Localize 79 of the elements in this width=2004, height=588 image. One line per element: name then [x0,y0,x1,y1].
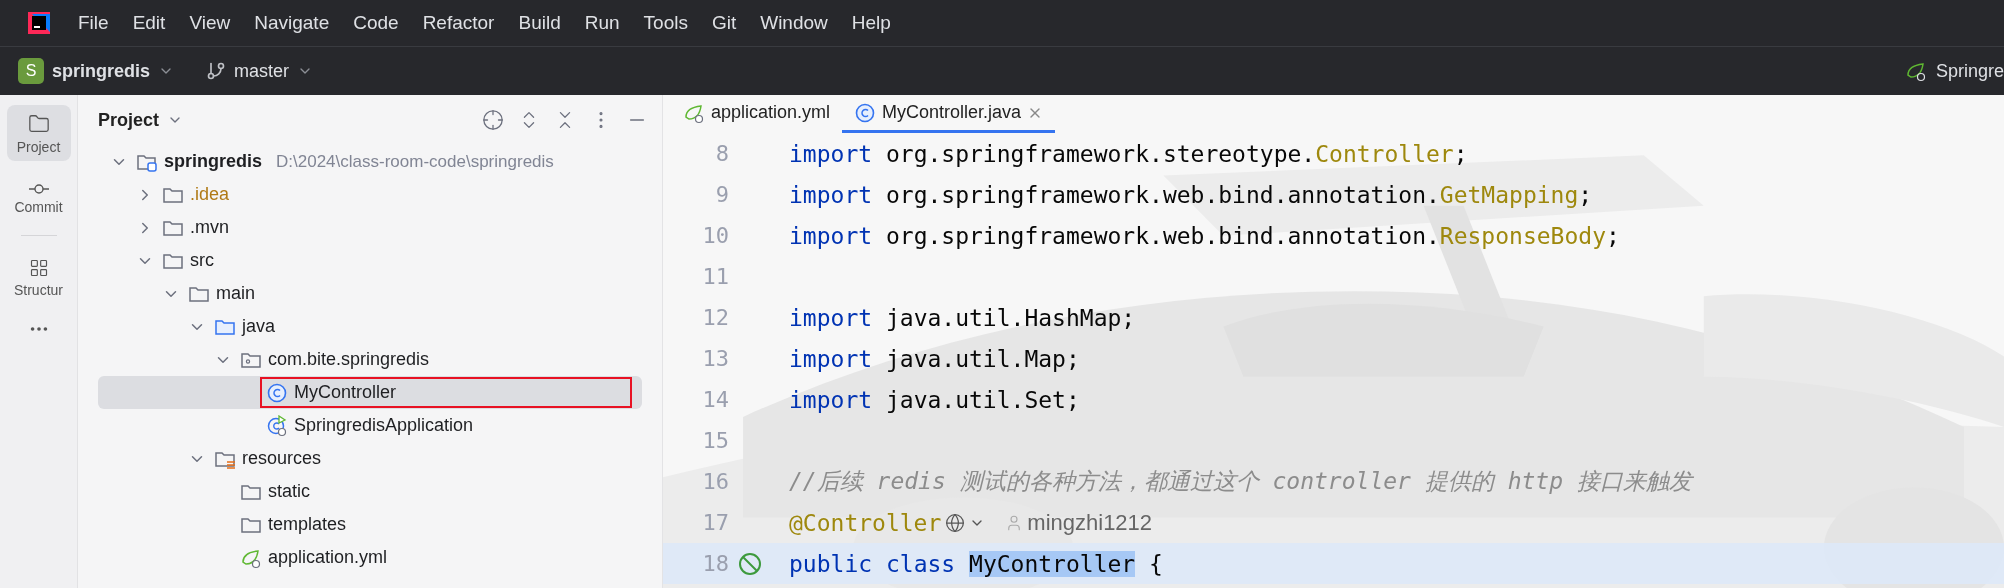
menu-item[interactable]: File [66,12,121,34]
line-number: 18 [701,551,729,576]
tree-row[interactable]: static [98,475,642,508]
tree-item[interactable]: springredis [164,151,263,172]
menu-item[interactable]: View [177,12,243,34]
tree-row[interactable]: java [98,310,642,343]
menu-item[interactable]: Window [748,12,840,34]
tree-item[interactable]: com.bite.springredis [268,349,430,370]
editor-tab[interactable]: application.yml [671,95,843,133]
menu-item[interactable]: Refactor [410,12,507,34]
tree-item[interactable]: java [242,316,276,337]
tree-row[interactable]: com.bite.springredis [98,343,642,376]
spring-class-icon [266,414,288,437]
code-line: @Controller [789,509,942,536]
commit-icon [27,183,50,195]
line-number: 16 [701,469,729,494]
tree-row[interactable]: .mvn [98,211,642,244]
code-line: import org.springframework.web.bind.annotation.GetMapping; [789,181,1593,208]
code-line: //后续 redis 测试的各种方法，都通过这个 controller 提供的 http 接口来触发 [789,467,1692,496]
line-number: 8 [714,141,729,166]
line-number: 11 [701,264,729,289]
tool-window-button[interactable]: Structur [6,250,71,304]
tree-row[interactable]: application.yml [98,541,642,574]
branch-selector[interactable]: master [234,60,290,82]
tree-item[interactable]: .mvn [190,217,229,238]
locate-icon[interactable] [482,109,504,131]
tree-item[interactable]: SpringredisApplication [294,415,474,436]
tree-row[interactable]: springredis D:\2024\class-room-code\springredis [98,145,642,178]
menu-item[interactable]: Run [572,12,632,34]
menu-item[interactable]: Help [839,12,903,34]
tree-item[interactable]: application.yml [268,547,388,568]
tree-row[interactable]: src [98,244,642,277]
tree-item[interactable]: MyController [294,382,397,403]
menu-item[interactable]: Git [699,12,749,34]
line-number: 9 [714,182,729,207]
tree-row[interactable]: templates [98,508,642,541]
code-line: public class MyController { [789,550,1163,577]
branch-icon [206,61,227,81]
line-number: 14 [701,387,729,412]
tree-row[interactable]: main [98,277,642,310]
run-configuration[interactable]: Springre [1935,60,2004,82]
ide-logo-icon [26,10,52,36]
menu-item[interactable]: Edit [120,12,178,34]
code-line: import java.util.HashMap; [789,304,1136,331]
class-icon [266,381,288,404]
tree-item[interactable]: templates [268,514,347,535]
tool-window-button[interactable]: Project [6,105,71,161]
tree-row[interactable]: SpringredisApplication [98,409,642,442]
tree-item[interactable]: src [190,250,214,271]
code-line: import org.springframework.stereotype.Controller; [789,140,1468,167]
line-number: 12 [701,305,729,330]
menu-item[interactable]: Build [506,12,573,34]
line-number: 10 [701,223,729,248]
line-number: 13 [701,346,729,371]
tree-row[interactable]: MyController [98,376,642,409]
line-number: 17 [701,510,729,535]
code-line: import java.util.Map; [789,345,1080,372]
menu-item[interactable]: Navigate [242,12,342,34]
tree-item[interactable]: resources [242,448,322,469]
panel-title[interactable]: Project [98,109,160,131]
class-icon [854,101,877,124]
code-line: import org.springframework.web.bind.annotation.ResponseBody; [789,222,1620,249]
globe-icon[interactable] [945,512,966,533]
tree-item[interactable]: main [216,283,255,304]
tree-row[interactable]: resources [98,442,642,475]
project-badge: S [18,58,44,84]
author-hint[interactable]: mingzhi1212 [1027,509,1153,536]
folder-icon [27,113,50,135]
line-number: 15 [701,428,729,453]
structure-icon [28,258,49,278]
menu-item[interactable]: Tools [631,12,700,34]
project-path: D:\2024\class-room-code\springredis [276,151,554,172]
project-selector[interactable]: springredis [52,60,151,82]
tree-item[interactable]: static [268,481,310,502]
spring-bean-icon[interactable] [737,550,763,577]
code-line: import java.util.Set; [789,386,1080,413]
menu-item[interactable]: Code [341,12,411,34]
tool-window-button[interactable]: Commit [6,175,71,221]
editor-tab[interactable]: MyController.java [842,95,1056,133]
